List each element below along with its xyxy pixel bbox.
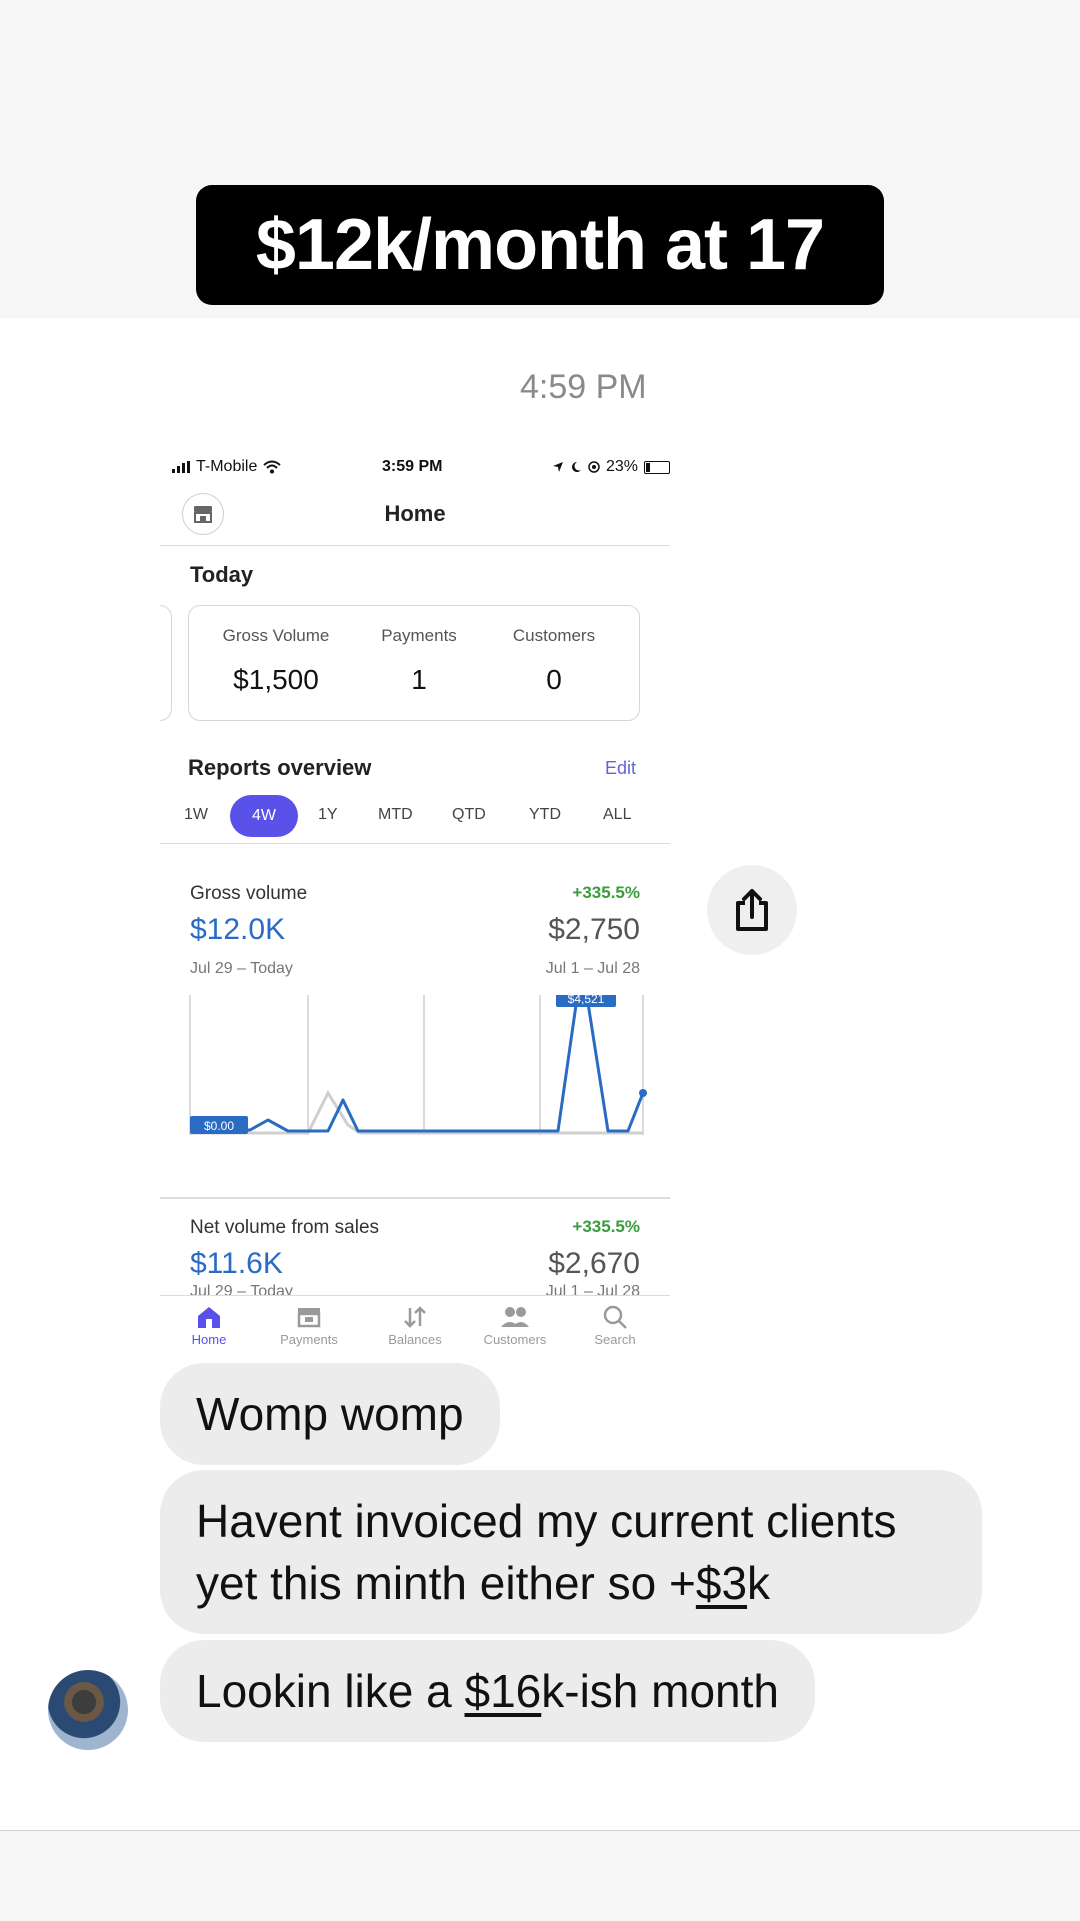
- tab-all[interactable]: ALL: [603, 806, 631, 824]
- avatar[interactable]: [48, 1670, 128, 1750]
- message-text: k-ish month: [541, 1665, 779, 1717]
- customers-icon: [501, 1307, 529, 1327]
- payments-icon: [297, 1308, 321, 1328]
- signal-icon: [172, 461, 190, 473]
- status-time: 3:59 PM: [382, 458, 443, 475]
- tab-mtd[interactable]: MTD: [378, 806, 413, 824]
- status-right-group: 23%: [552, 458, 670, 476]
- story-canvas: $12k/month at 17 4:59 PM T-Mobile 3:59 P…: [0, 0, 1080, 1921]
- message-text: Havent invoiced my current clients: [196, 1495, 897, 1547]
- peak-label: $4,521: [568, 995, 605, 1006]
- battery-percent: 23%: [605, 458, 638, 475]
- stat-payments: Payments 1: [364, 626, 474, 696]
- stat-label: Gross Volume: [222, 626, 330, 645]
- start-label: $0.00: [204, 1119, 234, 1133]
- page-title: Home: [384, 501, 446, 526]
- tab-balances[interactable]: Balances: [370, 1302, 460, 1347]
- gross-volume-range: Jul 29 – Today: [190, 960, 293, 977]
- gross-volume-previous-range: Jul 1 – Jul 28: [545, 960, 640, 977]
- net-volume-label: Net volume from sales: [190, 1217, 380, 1238]
- tab-1y[interactable]: 1Y: [318, 806, 338, 824]
- tab-label: Payments: [280, 1332, 338, 1347]
- search-icon: [603, 1305, 627, 1329]
- message-text: Lookin like a: [196, 1665, 465, 1717]
- message-text: $16: [464, 1665, 542, 1717]
- status-carrier-group: T-Mobile: [172, 458, 282, 476]
- stat-value: 1: [411, 664, 427, 695]
- moon-icon: [571, 462, 581, 472]
- gross-volume-chart[interactable]: $4,521 $0.00: [188, 995, 648, 1175]
- gross-volume-previous: $2,750: [548, 913, 640, 946]
- tab-label: Customers: [483, 1332, 547, 1347]
- message-timestamp: 4:59 PM: [520, 368, 647, 406]
- stat-value: $1,500: [233, 664, 319, 695]
- tab-label: Search: [594, 1332, 636, 1347]
- share-button[interactable]: [707, 865, 797, 955]
- bottom-tab-bar: Home Payments Balances Customers Search: [160, 1295, 670, 1360]
- current-period-line: [190, 1001, 645, 1133]
- message-bubble[interactable]: Lookin like a $16k-ish month: [160, 1640, 815, 1742]
- wifi-icon: [263, 460, 282, 474]
- tab-qtd[interactable]: QTD: [452, 806, 486, 824]
- message-bubble[interactable]: Womp womp: [160, 1363, 500, 1465]
- share-icon: [736, 889, 768, 931]
- net-volume-change: +335.5%: [572, 1217, 640, 1236]
- battery-icon: [644, 460, 670, 474]
- shared-screenshot[interactable]: T-Mobile 3:59 PM 23% Home Today Gross Vo…: [160, 445, 670, 1360]
- stat-customers: Customers 0: [494, 626, 614, 696]
- message-text: k: [747, 1557, 771, 1609]
- tab-home[interactable]: Home: [164, 1302, 254, 1347]
- reports-overview-heading: Reports overview: [188, 755, 372, 780]
- previous-card-edge[interactable]: [160, 605, 172, 721]
- stat-gross-volume: Gross Volume $1,500: [211, 626, 341, 696]
- balances-icon: [404, 1306, 426, 1328]
- section-divider: [160, 1197, 670, 1199]
- tab-label: Home: [191, 1332, 227, 1347]
- lock-rotation-icon: [588, 461, 600, 473]
- home-icon: [198, 1307, 220, 1328]
- stat-value: 0: [546, 664, 562, 695]
- period-tabs: 1W 4W 1Y MTD QTD YTD ALL: [160, 793, 670, 844]
- tab-1w[interactable]: 1W: [184, 806, 208, 824]
- stat-label: Customers: [512, 626, 596, 645]
- headline-banner: $12k/month at 17: [196, 185, 884, 305]
- app-header: Home: [160, 485, 670, 546]
- tab-ytd[interactable]: YTD: [529, 806, 561, 824]
- current-point-marker: [639, 1089, 647, 1097]
- gross-volume-change: +335.5%: [572, 883, 640, 902]
- tab-payments[interactable]: Payments: [264, 1302, 354, 1347]
- carrier-label: T-Mobile: [196, 458, 258, 475]
- tab-4w[interactable]: 4W: [230, 795, 298, 837]
- message-text: Womp womp: [196, 1388, 464, 1440]
- tab-customers[interactable]: Customers: [470, 1302, 560, 1347]
- status-bar: T-Mobile 3:59 PM 23%: [160, 455, 670, 485]
- message-text: $3: [695, 1557, 748, 1609]
- gross-volume-value: $12.0K: [190, 913, 286, 946]
- net-volume-previous: $2,670: [548, 1247, 640, 1280]
- gross-volume-label: Gross volume: [190, 883, 308, 904]
- today-summary-card[interactable]: Gross Volume $1,500 Payments 1 Customers…: [188, 605, 640, 721]
- today-heading: Today: [190, 562, 254, 587]
- edit-reports-link[interactable]: Edit: [605, 758, 636, 779]
- net-volume-value: $11.6K: [190, 1247, 283, 1280]
- bottom-strip: [0, 1830, 1080, 1921]
- stat-label: Payments: [381, 626, 457, 645]
- message-bubble[interactable]: Havent invoiced my current clients yet t…: [160, 1470, 982, 1634]
- location-icon: [552, 462, 563, 472]
- tab-label: Balances: [388, 1332, 442, 1347]
- message-text: yet this minth either so +: [196, 1557, 696, 1609]
- tab-search[interactable]: Search: [570, 1302, 660, 1347]
